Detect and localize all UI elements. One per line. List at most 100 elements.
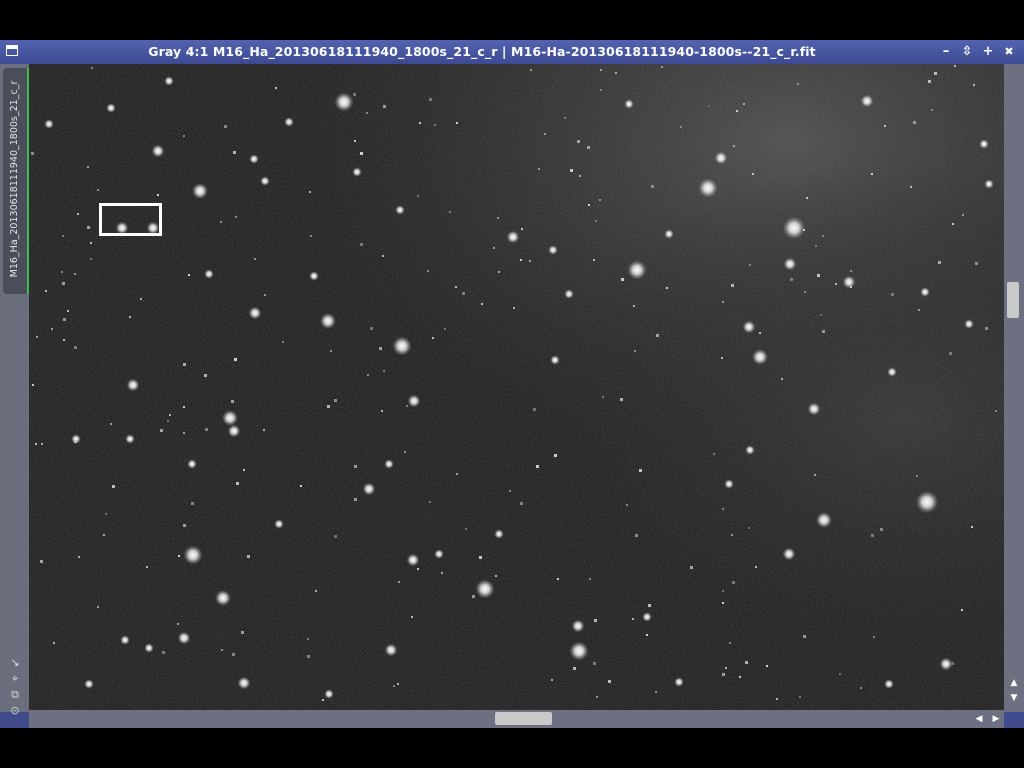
star	[724, 479, 734, 489]
pin-icon[interactable]: ⌖	[8, 672, 22, 686]
faint-star	[544, 133, 546, 135]
faint-star	[455, 286, 457, 288]
faint-star	[962, 214, 964, 216]
faint-star	[62, 282, 65, 285]
star	[807, 402, 821, 416]
faint-star	[162, 651, 165, 654]
zoom-fit-icon[interactable]: ↘	[8, 656, 22, 670]
scroll-up-icon[interactable]: ▲	[1008, 677, 1020, 689]
faint-star	[860, 687, 862, 689]
faint-star	[781, 378, 783, 380]
window-title: Gray 4:1 M16_Ha_20130618111940_1800s_21_…	[148, 44, 816, 59]
faint-star	[406, 405, 408, 407]
scroll-right-icon[interactable]: ▶	[990, 713, 1002, 725]
faint-star	[776, 698, 778, 700]
faint-star	[513, 307, 515, 309]
scroll-down-icon[interactable]: ▼	[1008, 692, 1020, 704]
faint-star	[931, 109, 933, 111]
faint-star	[183, 363, 186, 366]
star	[44, 119, 54, 129]
faint-star	[557, 578, 559, 580]
faint-star	[554, 454, 557, 457]
clone-icon[interactable]: ⧉	[8, 688, 22, 702]
faint-star	[538, 168, 540, 170]
faint-star	[204, 374, 207, 377]
faint-star	[233, 151, 236, 154]
faint-star	[656, 334, 659, 337]
faint-star	[938, 261, 941, 264]
image-viewport[interactable]	[29, 64, 1004, 710]
star	[782, 547, 796, 561]
shade-button[interactable]: ⇳	[959, 43, 975, 61]
faint-star	[850, 286, 852, 288]
star	[742, 320, 756, 334]
faint-star	[404, 451, 406, 453]
star	[783, 257, 797, 271]
faint-star	[799, 696, 801, 698]
faint-star	[449, 211, 451, 213]
vertical-scroll-thumb[interactable]	[1007, 282, 1019, 318]
faint-star	[74, 273, 76, 275]
faint-star	[884, 125, 886, 127]
minimize-button[interactable]: –	[938, 43, 954, 61]
faint-star	[354, 140, 356, 142]
faint-star	[74, 440, 77, 443]
faint-star	[322, 699, 324, 701]
faint-star	[570, 169, 573, 172]
view-id-tab[interactable]: M16_Ha_20130618111940_1800s_21_c_r	[3, 68, 29, 294]
star	[920, 287, 930, 297]
faint-star	[533, 408, 536, 411]
star	[222, 410, 238, 426]
star	[494, 529, 504, 539]
scroll-left-icon[interactable]: ◀	[973, 713, 985, 725]
faint-star	[839, 673, 841, 675]
close-button[interactable]: ✖	[1001, 43, 1017, 61]
faint-star	[593, 662, 596, 665]
faint-star	[814, 474, 816, 476]
star	[887, 367, 897, 377]
faint-star	[594, 619, 597, 622]
faint-star	[177, 623, 179, 625]
faint-star	[634, 350, 636, 352]
faint-star	[949, 352, 952, 355]
target-icon[interactable]: ⊙	[8, 704, 22, 718]
maximize-button[interactable]: +	[980, 43, 996, 61]
faint-star	[722, 602, 724, 604]
faint-star	[639, 469, 642, 472]
vertical-scrollbar[interactable]: ▲ ▼	[1004, 64, 1024, 712]
faint-star	[722, 673, 725, 676]
faint-star	[354, 498, 357, 501]
faint-star	[961, 609, 963, 611]
preview-selection-rectangle[interactable]	[99, 203, 162, 236]
faint-star	[873, 636, 875, 638]
faint-star	[129, 316, 131, 318]
faint-star	[160, 429, 163, 432]
horizontal-scroll-thumb[interactable]	[495, 712, 552, 725]
faint-star	[263, 429, 265, 431]
faint-star	[235, 216, 237, 218]
star	[309, 271, 319, 281]
faint-star	[952, 223, 954, 225]
horizontal-scrollbar[interactable]: ◀ ▶	[29, 710, 1004, 728]
faint-star	[651, 185, 654, 188]
faint-star	[90, 258, 92, 260]
star	[434, 549, 444, 559]
star	[860, 94, 874, 108]
faint-star	[822, 330, 825, 333]
faint-star	[456, 122, 458, 124]
star	[884, 679, 894, 689]
faint-star	[954, 65, 956, 67]
faint-star	[90, 242, 92, 244]
faint-star	[310, 235, 312, 237]
faint-star	[178, 555, 180, 557]
faint-star	[655, 691, 657, 693]
faint-star	[626, 504, 628, 506]
faint-star	[509, 490, 511, 492]
faint-star	[353, 93, 356, 96]
star	[177, 631, 191, 645]
faint-star	[951, 662, 954, 665]
window-titlebar[interactable]: Gray 4:1 M16_Ha_20130618111940_1800s_21_…	[0, 40, 1024, 64]
faint-star	[383, 370, 385, 372]
faint-star	[803, 635, 806, 638]
faint-star	[231, 400, 234, 403]
